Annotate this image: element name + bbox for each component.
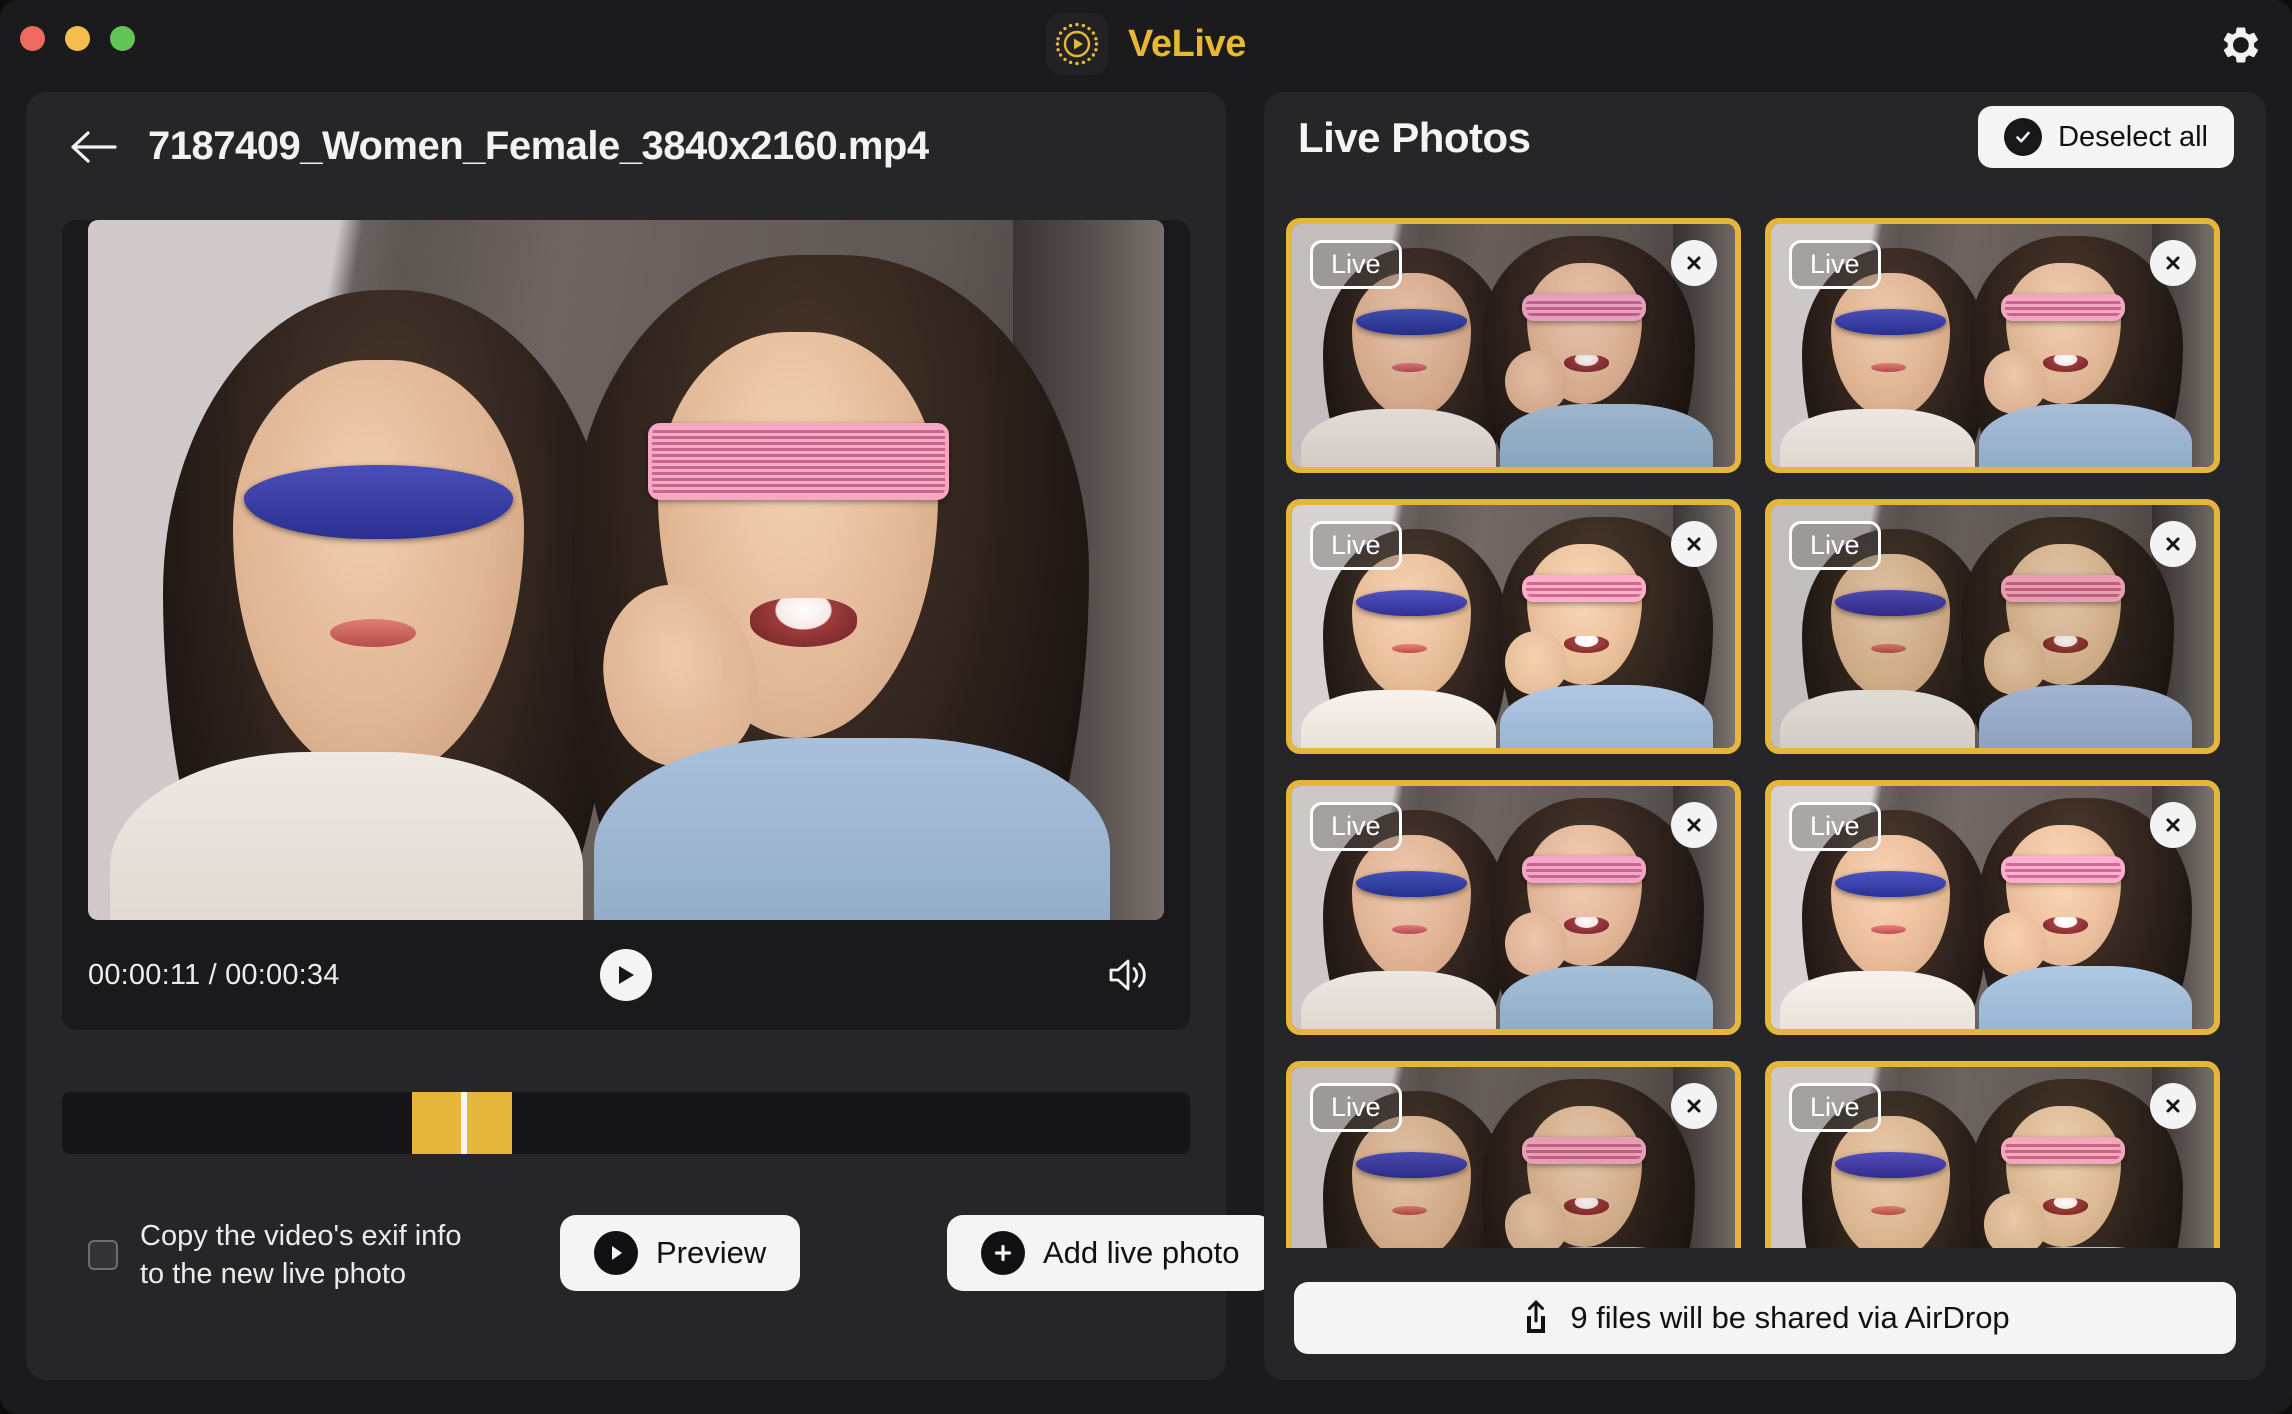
- live-photo-thumbnail[interactable]: Live: [1286, 1061, 1741, 1316]
- copy-exif-checkbox[interactable]: Copy the video's exif info to the new li…: [88, 1217, 485, 1294]
- live-photos-scroll-area[interactable]: Live Live Live Live Live Live Live Live: [1264, 200, 2266, 1326]
- remove-thumbnail-button[interactable]: [2150, 240, 2196, 286]
- video-timeline[interactable]: [62, 1092, 1190, 1154]
- live-badge: Live: [1310, 802, 1402, 852]
- live-badge: Live: [1310, 521, 1402, 571]
- time-display: 00:00:11 / 00:00:34: [88, 958, 340, 991]
- settings-button[interactable]: [2218, 22, 2264, 68]
- play-circle-dotted-icon: [1055, 22, 1099, 66]
- app-name: VeLive: [1127, 22, 1247, 65]
- app-window: VeLive 7187409_Women_Female_3840x2160.mp…: [0, 0, 2292, 1414]
- close-icon: [2166, 537, 2180, 551]
- copy-exif-label: Copy the video's exif info to the new li…: [140, 1220, 462, 1291]
- close-icon: [1687, 256, 1701, 270]
- live-photos-title: Live Photos: [1298, 114, 1531, 161]
- airdrop-label: 9 files will be shared via AirDrop: [1570, 1300, 2010, 1335]
- live-photo-thumbnail[interactable]: Live: [1286, 499, 1741, 754]
- close-icon: [1687, 537, 1701, 551]
- remove-thumbnail-button[interactable]: [1671, 521, 1717, 567]
- live-photo-thumbnail[interactable]: Live: [1765, 780, 2220, 1035]
- check-circle-icon: [2004, 118, 2043, 156]
- remove-thumbnail-button[interactable]: [1671, 1083, 1717, 1129]
- deselect-all-button[interactable]: Deselect all: [1978, 106, 2234, 168]
- file-name-label: 7187409_Women_Female_3840x2160.mp4: [148, 124, 929, 168]
- close-icon: [2166, 818, 2180, 832]
- remove-thumbnail-button[interactable]: [1671, 240, 1717, 286]
- remove-thumbnail-button[interactable]: [1671, 802, 1717, 848]
- file-header: 7187409_Women_Female_3840x2160.mp4: [70, 124, 929, 169]
- play-icon: [619, 966, 634, 984]
- close-icon: [1687, 818, 1701, 832]
- gear-icon: [2223, 27, 2258, 63]
- close-window-button[interactable]: [20, 26, 45, 51]
- close-icon: [2166, 1099, 2180, 1113]
- add-live-photo-label: Add live photo: [1043, 1235, 1240, 1270]
- share-upload-icon: [1527, 1300, 1546, 1333]
- zoom-window-button[interactable]: [110, 26, 135, 51]
- live-badge: Live: [1789, 1083, 1881, 1133]
- play-icon: [594, 1231, 638, 1275]
- video-controls: 00:00:11 / 00:00:34: [62, 920, 1190, 1030]
- editor-actions-row: Copy the video's exif info to the new li…: [62, 1207, 1274, 1317]
- video-editor-panel: 7187409_Women_Female_3840x2160.mp4 00:00…: [26, 92, 1274, 1380]
- live-photo-thumbnail[interactable]: Live: [1286, 218, 1741, 473]
- add-live-photo-button[interactable]: Add live photo: [947, 1215, 1274, 1291]
- live-badge: Live: [1789, 521, 1881, 571]
- live-badge: Live: [1310, 240, 1402, 290]
- remove-thumbnail-button[interactable]: [2150, 1083, 2196, 1129]
- plus-icon: [981, 1231, 1025, 1275]
- deselect-all-label: Deselect all: [2058, 120, 2208, 153]
- preview-button[interactable]: Preview: [560, 1215, 801, 1291]
- title-bar: VeLive: [0, 0, 2292, 92]
- live-badge: Live: [1789, 802, 1881, 852]
- checkbox-box[interactable]: [88, 1240, 118, 1271]
- play-button[interactable]: [600, 949, 652, 1001]
- back-button[interactable]: [70, 127, 120, 167]
- remove-thumbnail-button[interactable]: [2150, 521, 2196, 567]
- live-photos-panel: Live Photos Deselect all Live Live Live …: [1264, 92, 2266, 1380]
- video-player: 00:00:11 / 00:00:34: [62, 220, 1190, 1030]
- app-brand: VeLive: [1045, 13, 1247, 75]
- volume-button[interactable]: [1102, 953, 1154, 997]
- live-photos-grid: Live Live Live Live Live Live Live Live: [1286, 218, 2246, 1316]
- timeline-playhead[interactable]: [461, 1092, 468, 1154]
- airdrop-share-button[interactable]: 9 files will be shared via AirDrop: [1294, 1282, 2236, 1354]
- live-badge: Live: [1310, 1083, 1402, 1133]
- remove-thumbnail-button[interactable]: [2150, 802, 2196, 848]
- preview-button-label: Preview: [656, 1235, 767, 1270]
- speaker-wave-icon: [1109, 959, 1146, 991]
- close-icon: [1687, 1099, 1701, 1113]
- arrow-left-icon: [71, 130, 117, 163]
- live-photo-thumbnail[interactable]: Live: [1286, 780, 1741, 1035]
- live-photo-thumbnail[interactable]: Live: [1765, 499, 2220, 754]
- video-still-image: [88, 220, 1164, 920]
- minimize-window-button[interactable]: [65, 26, 90, 51]
- live-photo-thumbnail[interactable]: Live: [1765, 218, 2220, 473]
- live-badge: Live: [1789, 240, 1881, 290]
- traffic-light-buttons: [20, 26, 135, 51]
- live-photos-header: Live Photos Deselect all: [1264, 92, 2266, 200]
- close-icon: [2166, 256, 2180, 270]
- live-photo-thumbnail[interactable]: Live: [1765, 1061, 2220, 1316]
- app-logo: [1045, 13, 1108, 75]
- video-frame[interactable]: [88, 220, 1164, 920]
